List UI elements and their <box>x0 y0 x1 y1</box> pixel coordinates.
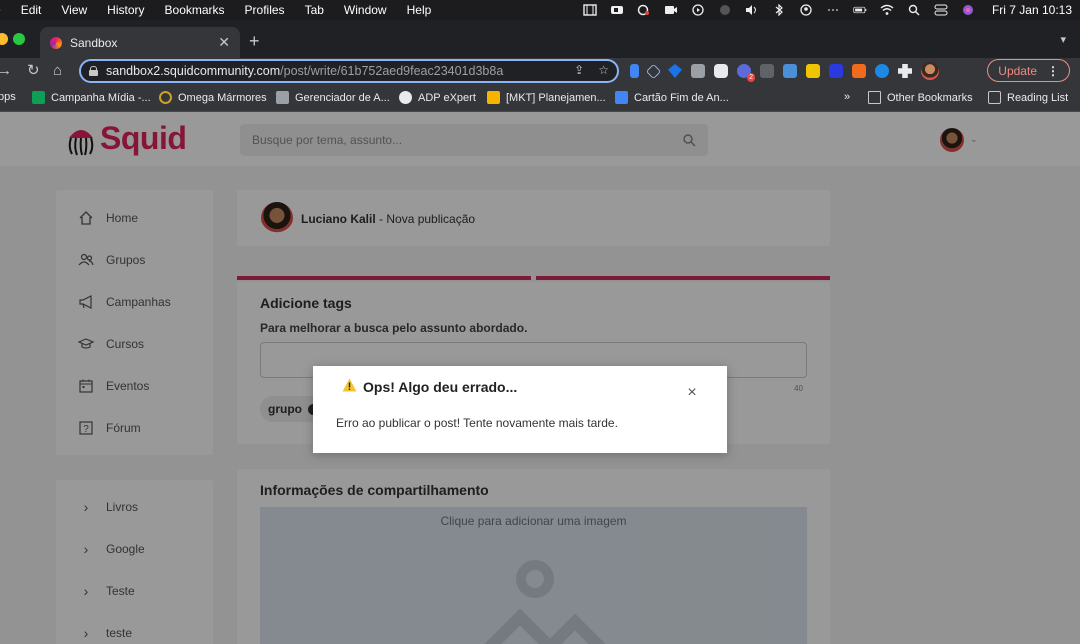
bookmark-campanha[interactable]: Campanha Mídia -... <box>32 91 151 104</box>
bookmark-reading-list[interactable]: Reading List <box>988 91 1068 104</box>
minimize-button[interactable] <box>0 33 8 45</box>
browser-tab-strip: Sandbox ✕ + ▾ <box>0 20 1080 58</box>
puzzle-extensions-icon[interactable] <box>898 64 912 78</box>
menu-help[interactable]: Help <box>397 3 442 17</box>
js-extension-icon[interactable] <box>806 64 820 78</box>
menu-history[interactable]: History <box>97 3 154 17</box>
bookmark-other[interactable]: Other Bookmarks <box>868 91 973 104</box>
close-icon[interactable]: × <box>685 385 699 401</box>
play-icon[interactable] <box>691 4 705 16</box>
menu-app[interactable]: e <box>0 3 11 17</box>
bookmark-label: Other Bookmarks <box>887 91 973 104</box>
menu-edit[interactable]: Edit <box>11 3 52 17</box>
error-dialog-message: Erro ao publicar o post! Tente novamente… <box>336 416 618 430</box>
bookmark-label: Omega Mármores <box>178 91 267 104</box>
right-edge-scrollbar <box>1076 236 1080 276</box>
address-bar[interactable]: sandbox2.squidcommunity.com/post/write/6… <box>79 59 619 83</box>
folder-icon <box>868 91 881 104</box>
bookmarks-overflow-icon[interactable]: » <box>844 91 850 103</box>
camera-icon[interactable] <box>664 4 678 16</box>
update-label: Update <box>998 63 1037 78</box>
bookmark-adp[interactable]: ADP eXpert <box>399 91 476 104</box>
screenshot-extension-icon[interactable] <box>714 64 728 78</box>
bookmark-cartao[interactable]: Cartão Fim de An... <box>615 91 729 104</box>
creative-cloud-icon[interactable] <box>637 4 651 16</box>
menu-bookmarks[interactable]: Bookmarks <box>155 3 235 17</box>
bookmark-apps[interactable]: pps <box>0 91 16 103</box>
bookmark-gerenciador[interactable]: Gerenciador de A... <box>276 91 390 104</box>
bookmark-extension-icon[interactable] <box>630 64 639 78</box>
adp-icon <box>399 91 412 104</box>
ie-extension-icon[interactable] <box>852 64 866 78</box>
sheets-icon <box>32 91 45 104</box>
new-tab-plus-icon[interactable]: + <box>249 32 260 50</box>
u-extension-icon[interactable] <box>829 64 843 78</box>
tab-search-chevron-icon[interactable]: ▾ <box>1060 33 1066 46</box>
docs-icon <box>615 91 628 104</box>
update-button[interactable]: Update ⋮ <box>987 59 1070 82</box>
browser-toolbar: → ↻ ⌂ sandbox2.squidcommunity.com/post/w… <box>0 58 1080 84</box>
control-center-icon[interactable] <box>934 4 948 16</box>
url-path: /post/write/61b752aed9feac23401d3b8a <box>280 64 504 78</box>
macos-menu-bar: e Edit View History Bookmarks Profiles T… <box>0 0 1080 20</box>
bookmark-omega[interactable]: Omega Mármores <box>159 91 267 104</box>
lock-icon[interactable] <box>89 66 98 76</box>
omega-icon <box>159 91 172 104</box>
wifi-icon[interactable] <box>880 4 894 16</box>
bookmark-label: Campanha Mídia -... <box>51 91 151 104</box>
spotlight-search-icon[interactable] <box>907 4 921 16</box>
bookmark-label: Reading List <box>1007 91 1069 104</box>
volume-icon[interactable] <box>745 4 759 16</box>
squid-favicon-icon <box>50 36 62 49</box>
bookmark-apps-label: pps <box>0 91 16 103</box>
dots-icon[interactable] <box>826 4 840 16</box>
tab-sandbox[interactable]: Sandbox ✕ <box>40 27 240 58</box>
bookmark-label: [MKT] Planejamen... <box>506 91 606 104</box>
clock[interactable]: Fri 7 Jan 10:13 <box>992 3 1072 17</box>
menu-tab[interactable]: Tab <box>295 3 334 17</box>
profile-avatar[interactable] <box>921 62 939 80</box>
film-icon[interactable] <box>583 4 597 16</box>
camera-extension-icon[interactable] <box>691 64 705 78</box>
gear-extension-icon[interactable]: 2 <box>737 64 755 82</box>
menu-window[interactable]: Window <box>334 3 397 17</box>
code-extension-icon[interactable] <box>760 64 774 78</box>
bookmark-star-icon[interactable]: ☆ <box>598 63 609 77</box>
bookmark-label: ADP eXpert <box>418 91 476 104</box>
share-icon[interactable]: ⇪ <box>574 63 584 77</box>
kebab-menu-icon[interactable]: ⋮ <box>1047 64 1059 78</box>
extension-badge: 2 <box>747 73 755 82</box>
fullscreen-button[interactable] <box>13 33 25 45</box>
layers-extension-icon[interactable] <box>645 63 662 79</box>
menu-profiles[interactable]: Profiles <box>235 3 295 17</box>
reload-icon[interactable]: ↻ <box>27 62 40 80</box>
bookmarks-bar: pps Campanha Mídia -... Omega Mármores G… <box>0 84 1080 112</box>
globe-extension-icon[interactable] <box>875 64 889 78</box>
error-dialog-title: Ops! Algo deu errado... <box>363 379 518 395</box>
reading-list-icon <box>988 91 1001 104</box>
home-icon[interactable]: ⌂ <box>53 62 62 80</box>
url-host: sandbox2.squidcommunity.com <box>106 64 281 78</box>
overflow-label: » <box>844 91 851 103</box>
siri-icon[interactable] <box>961 4 975 16</box>
bluetooth-icon[interactable] <box>772 4 786 16</box>
tab-title: Sandbox <box>70 35 118 50</box>
forward-arrow-icon[interactable]: → <box>0 62 12 80</box>
slides-icon <box>487 91 500 104</box>
warning-icon <box>342 378 357 392</box>
tab-close-icon[interactable]: ✕ <box>218 34 230 51</box>
gem-extension-icon[interactable] <box>668 64 682 78</box>
translate-extension-icon[interactable] <box>783 64 797 78</box>
user-circle-icon[interactable] <box>799 4 813 16</box>
page-icon <box>276 91 289 104</box>
battery-icon[interactable] <box>853 4 867 16</box>
bookmark-label: Cartão Fim de An... <box>634 91 729 104</box>
zoom-icon[interactable] <box>610 4 624 16</box>
menu-view[interactable]: View <box>51 3 97 17</box>
bookmark-label: Gerenciador de A... <box>295 91 390 104</box>
extensions-row: 2 <box>630 62 939 82</box>
bookmark-mkt[interactable]: [MKT] Planejamen... <box>487 91 606 104</box>
headphones-icon[interactable] <box>718 4 732 16</box>
error-dialog: Ops! Algo deu errado... × Erro ao public… <box>313 366 727 453</box>
